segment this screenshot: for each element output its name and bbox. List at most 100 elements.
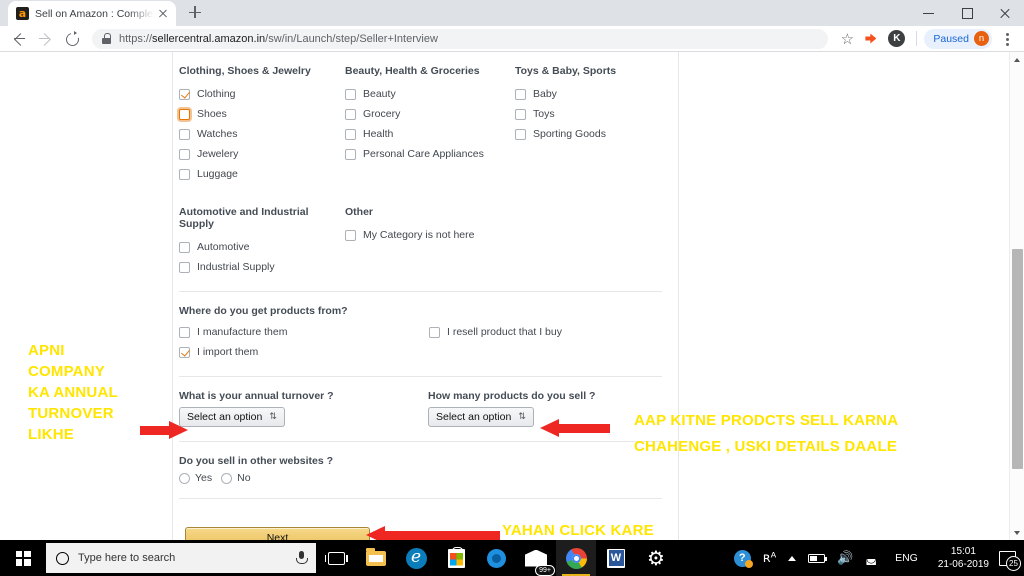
maximize-icon[interactable] [948, 0, 986, 26]
scroll-down-icon[interactable] [1010, 525, 1024, 540]
radio-row-no[interactable]: No [221, 472, 251, 484]
clock-time: 15:01 [950, 546, 976, 557]
checkbox-personal-care-appliances[interactable] [345, 148, 356, 160]
checkbox-watches[interactable] [179, 128, 190, 140]
product-categories-grid: Clothing, Shoes & Jewelry Clothing Shoes… [179, 58, 662, 184]
checkbox-row-watches[interactable]: Watches [179, 124, 345, 144]
tray-clock[interactable]: 15:01 21-06-2019 [930, 545, 997, 571]
checkbox-i-manufacture-them[interactable] [179, 326, 190, 338]
select-value: Select an option [187, 411, 263, 423]
people-icon: ʀᴬ [762, 550, 777, 566]
checkbox-row-health[interactable]: Health [345, 124, 515, 144]
radio-label: No [237, 472, 251, 484]
seller-interview-form: Clothing, Shoes & Jewelry Clothing Shoes… [172, 52, 679, 540]
checkbox-row-industrial-supply[interactable]: Industrial Supply [179, 257, 345, 277]
extension-icon[interactable] [860, 28, 882, 50]
chrome-menu-icon[interactable] [996, 28, 1018, 50]
checkbox-row-my-category-is-not-here[interactable]: My Category is not here [345, 225, 662, 245]
checkbox-jewelery[interactable] [179, 148, 190, 160]
other-websites-label: Do you sell in other websites ? [179, 455, 334, 467]
radio-no[interactable] [221, 472, 233, 484]
paused-label: Paused [933, 32, 969, 45]
forward-icon[interactable] [32, 26, 58, 52]
annotation-next-text: YAHAN CLICK KARE [502, 522, 654, 539]
checkbox-i-import-them[interactable] [179, 346, 190, 358]
scrollbar-thumb[interactable] [1012, 249, 1023, 469]
checkbox-row-baby[interactable]: Baby [515, 84, 662, 104]
checkbox-label: Shoes [197, 108, 227, 120]
taskbar-file-explorer[interactable] [356, 540, 396, 576]
checkbox-shoes[interactable] [179, 108, 190, 120]
tray-network[interactable]: ◛ [859, 551, 883, 565]
checkbox-clothing[interactable] [179, 88, 190, 100]
task-view-icon [324, 551, 348, 565]
scroll-up-icon[interactable] [1010, 52, 1024, 67]
taskbar-settings-app[interactable] [636, 540, 676, 576]
checkbox-label: Watches [197, 128, 238, 140]
checkbox-row-grocery[interactable]: Grocery [345, 104, 515, 124]
checkbox-row-automotive[interactable]: Automotive [179, 237, 345, 257]
taskbar-microsoft-edge[interactable] [396, 540, 436, 576]
browser-window: Sell on Amazon : Complete your https://s… [0, 0, 1024, 540]
checkbox-health[interactable] [345, 128, 356, 140]
taskbar-google-chrome[interactable] [556, 540, 596, 576]
products-count-select[interactable]: Select an option ⇅ [428, 407, 534, 427]
action-center-icon[interactable]: 25 [999, 550, 1021, 571]
back-icon[interactable] [6, 26, 32, 52]
browser-tab[interactable]: Sell on Amazon : Complete your [8, 1, 176, 26]
checkbox-toys[interactable] [515, 108, 526, 120]
checkbox-row-i-import-them[interactable]: I import them [179, 342, 429, 362]
checkbox-sporting-goods[interactable] [515, 128, 526, 140]
address-bar[interactable]: https://sellercentral.amazon.in/sw/in/La… [92, 28, 829, 49]
checkbox-baby[interactable] [515, 88, 526, 100]
minimize-icon[interactable] [910, 0, 948, 26]
tray-battery[interactable] [802, 553, 831, 563]
annotation-arrow-next [366, 526, 500, 540]
checkbox-row-i-manufacture-them[interactable]: I manufacture them [179, 322, 429, 342]
checkbox-row-toys[interactable]: Toys [515, 104, 662, 124]
tray-show-hidden-icons[interactable] [782, 555, 802, 561]
checkbox-my-category-is-not-here[interactable] [345, 229, 356, 241]
checkbox-row-sporting-goods[interactable]: Sporting Goods [515, 124, 662, 144]
taskbar-microsoft-word[interactable] [596, 540, 636, 576]
window-close-icon[interactable] [986, 0, 1024, 26]
checkbox-automotive[interactable] [179, 241, 190, 253]
taskbar-microsoft-store[interactable] [436, 540, 476, 576]
bookmark-star-icon[interactable] [836, 28, 858, 50]
checkbox-beauty[interactable] [345, 88, 356, 100]
page-viewport: Clothing, Shoes & Jewelry Clothing Shoes… [0, 52, 1024, 540]
checkbox-label: Sporting Goods [533, 128, 606, 140]
reload-icon[interactable] [58, 26, 84, 52]
checkbox-row-beauty[interactable]: Beauty [345, 84, 515, 104]
profile-paused-pill[interactable]: Paused n [924, 28, 992, 49]
page-scrollbar[interactable] [1009, 52, 1024, 540]
taskbar-cortana-app[interactable] [476, 540, 516, 576]
checkbox-row-luggage[interactable]: Luggage [179, 164, 345, 184]
checkbox-row-personal-care-appliances[interactable]: Personal Care Appliances [345, 144, 515, 164]
checkbox-industrial-supply[interactable] [179, 261, 190, 273]
tray-people[interactable]: ʀᴬ [757, 551, 782, 566]
start-button[interactable] [0, 540, 46, 576]
radio-yes[interactable] [179, 472, 190, 484]
taskbar-task-view[interactable] [316, 540, 356, 576]
checkbox-row-i-resell-product-that-i-buy[interactable]: I resell product that I buy [429, 322, 662, 342]
taskbar-mail-app[interactable]: 99+ [516, 540, 556, 576]
next-button[interactable]: Next [185, 527, 370, 540]
tray-help[interactable] [728, 549, 757, 568]
tray-language[interactable]: ENG [883, 552, 930, 564]
radio-row-yes[interactable]: Yes [179, 472, 212, 484]
checkbox-row-jewelery[interactable]: Jewelery [179, 144, 345, 164]
checkbox-grocery[interactable] [345, 108, 356, 120]
avatar[interactable]: K [888, 30, 906, 47]
microphone-icon[interactable] [294, 550, 308, 566]
category-heading: Automotive and Industrial Supply [179, 206, 309, 230]
taskbar-search-input[interactable]: Type here to search [46, 543, 316, 573]
checkbox-luggage[interactable] [179, 168, 190, 180]
checkbox-row-clothing[interactable]: Clothing [179, 84, 345, 104]
checkbox-row-shoes[interactable]: Shoes [179, 104, 345, 124]
close-icon[interactable] [156, 7, 170, 21]
annual-turnover-select[interactable]: Select an option ⇅ [179, 407, 285, 427]
tray-volume[interactable]: 🔊 [831, 551, 859, 566]
checkbox-i-resell-product-that-i-buy[interactable] [429, 326, 440, 338]
new-tab-button[interactable] [182, 0, 208, 25]
